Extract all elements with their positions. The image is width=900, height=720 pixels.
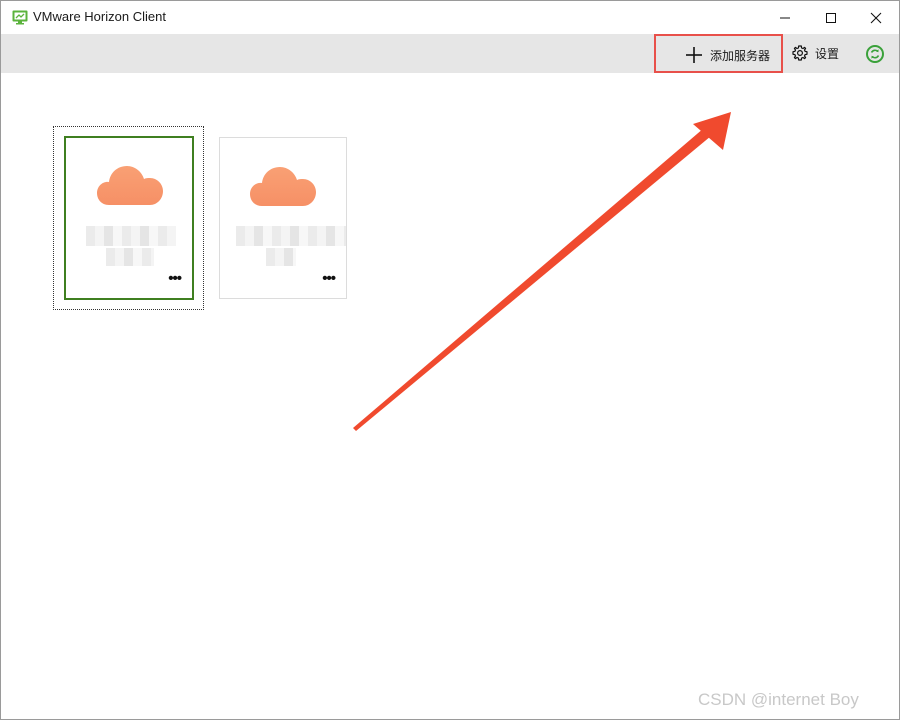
cloud-icon: [97, 166, 163, 205]
server-name-blurred: [236, 226, 346, 246]
server-address-blurred: [266, 248, 296, 266]
horizon-client-window: VMware Horizon Client 添加服务器 设置 ••• ••• C…: [0, 0, 900, 720]
minimize-icon: [780, 17, 790, 18]
title-bar[interactable]: VMware Horizon Client: [1, 1, 899, 34]
cloud-icon: [250, 167, 316, 206]
minimize-button[interactable]: [762, 1, 808, 34]
close-button[interactable]: [853, 1, 899, 34]
watermark: CSDN @internet Boy: [698, 690, 859, 709]
close-icon: [870, 12, 882, 23]
window-title: VMware Horizon Client: [33, 9, 166, 24]
maximize-button[interactable]: [808, 1, 854, 34]
more-options-button[interactable]: •••: [168, 271, 182, 286]
settings-button[interactable]: 设置: [789, 34, 849, 73]
app-icon: [12, 10, 28, 25]
add-server-label: 添加服务器: [710, 49, 771, 63]
toolbar: 添加服务器 设置: [1, 34, 899, 73]
settings-label: 设置: [815, 47, 840, 61]
add-server-button[interactable]: 添加服务器: [654, 34, 783, 73]
maximize-icon: [826, 12, 836, 23]
gear-icon: [792, 45, 808, 61]
plus-icon: [686, 47, 702, 63]
server-address-blurred: [106, 248, 154, 266]
server-name-blurred: [86, 226, 176, 246]
server-card-2[interactable]: •••: [219, 137, 347, 299]
more-options-button[interactable]: •••: [322, 271, 336, 286]
server-card-1[interactable]: •••: [64, 136, 194, 300]
refresh-icon[interactable]: [865, 44, 885, 64]
